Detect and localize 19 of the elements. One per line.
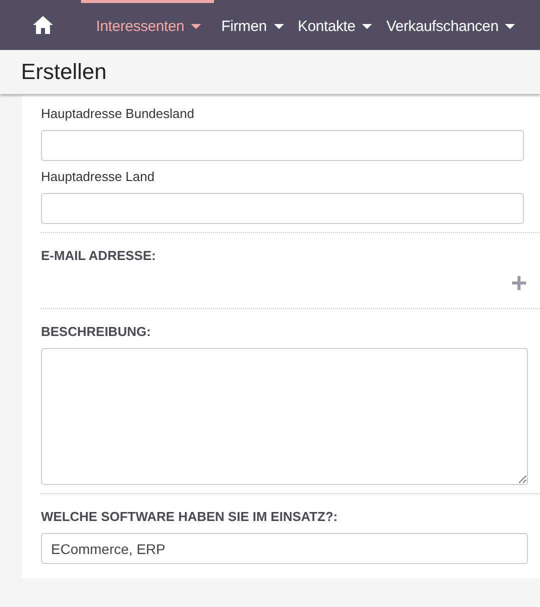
section-heading: WELCHE SOFTWARE HABEN SIE IM EINSATZ?: — [41, 509, 339, 524]
add-button[interactable] — [512, 276, 526, 290]
caret-icon — [505, 24, 516, 29]
nav-tab[interactable]: Firmen — [214, 0, 291, 50]
caret-icon — [362, 24, 372, 29]
home-icon[interactable] — [33, 16, 53, 34]
field-label: Hauptadresse Bundesland — [41, 106, 196, 121]
caret-icon — [274, 24, 284, 29]
nav-tab[interactable]: Verkaufschancen — [379, 0, 522, 50]
page-title: Erstellen — [21, 59, 107, 85]
field-label: Hauptadresse Land — [41, 169, 156, 184]
text-area[interactable] — [41, 348, 528, 485]
section-heading: BESCHREIBUNG: — [41, 324, 152, 339]
input-field[interactable] — [41, 130, 524, 161]
section-heading: E-MAIL ADRESSE: — [41, 248, 157, 263]
input-field[interactable] — [41, 193, 524, 224]
input-field[interactable]: ECommerce, ERP — [41, 533, 528, 564]
caret-icon — [191, 24, 202, 29]
nav-tab[interactable]: Kontakte — [290, 0, 380, 50]
